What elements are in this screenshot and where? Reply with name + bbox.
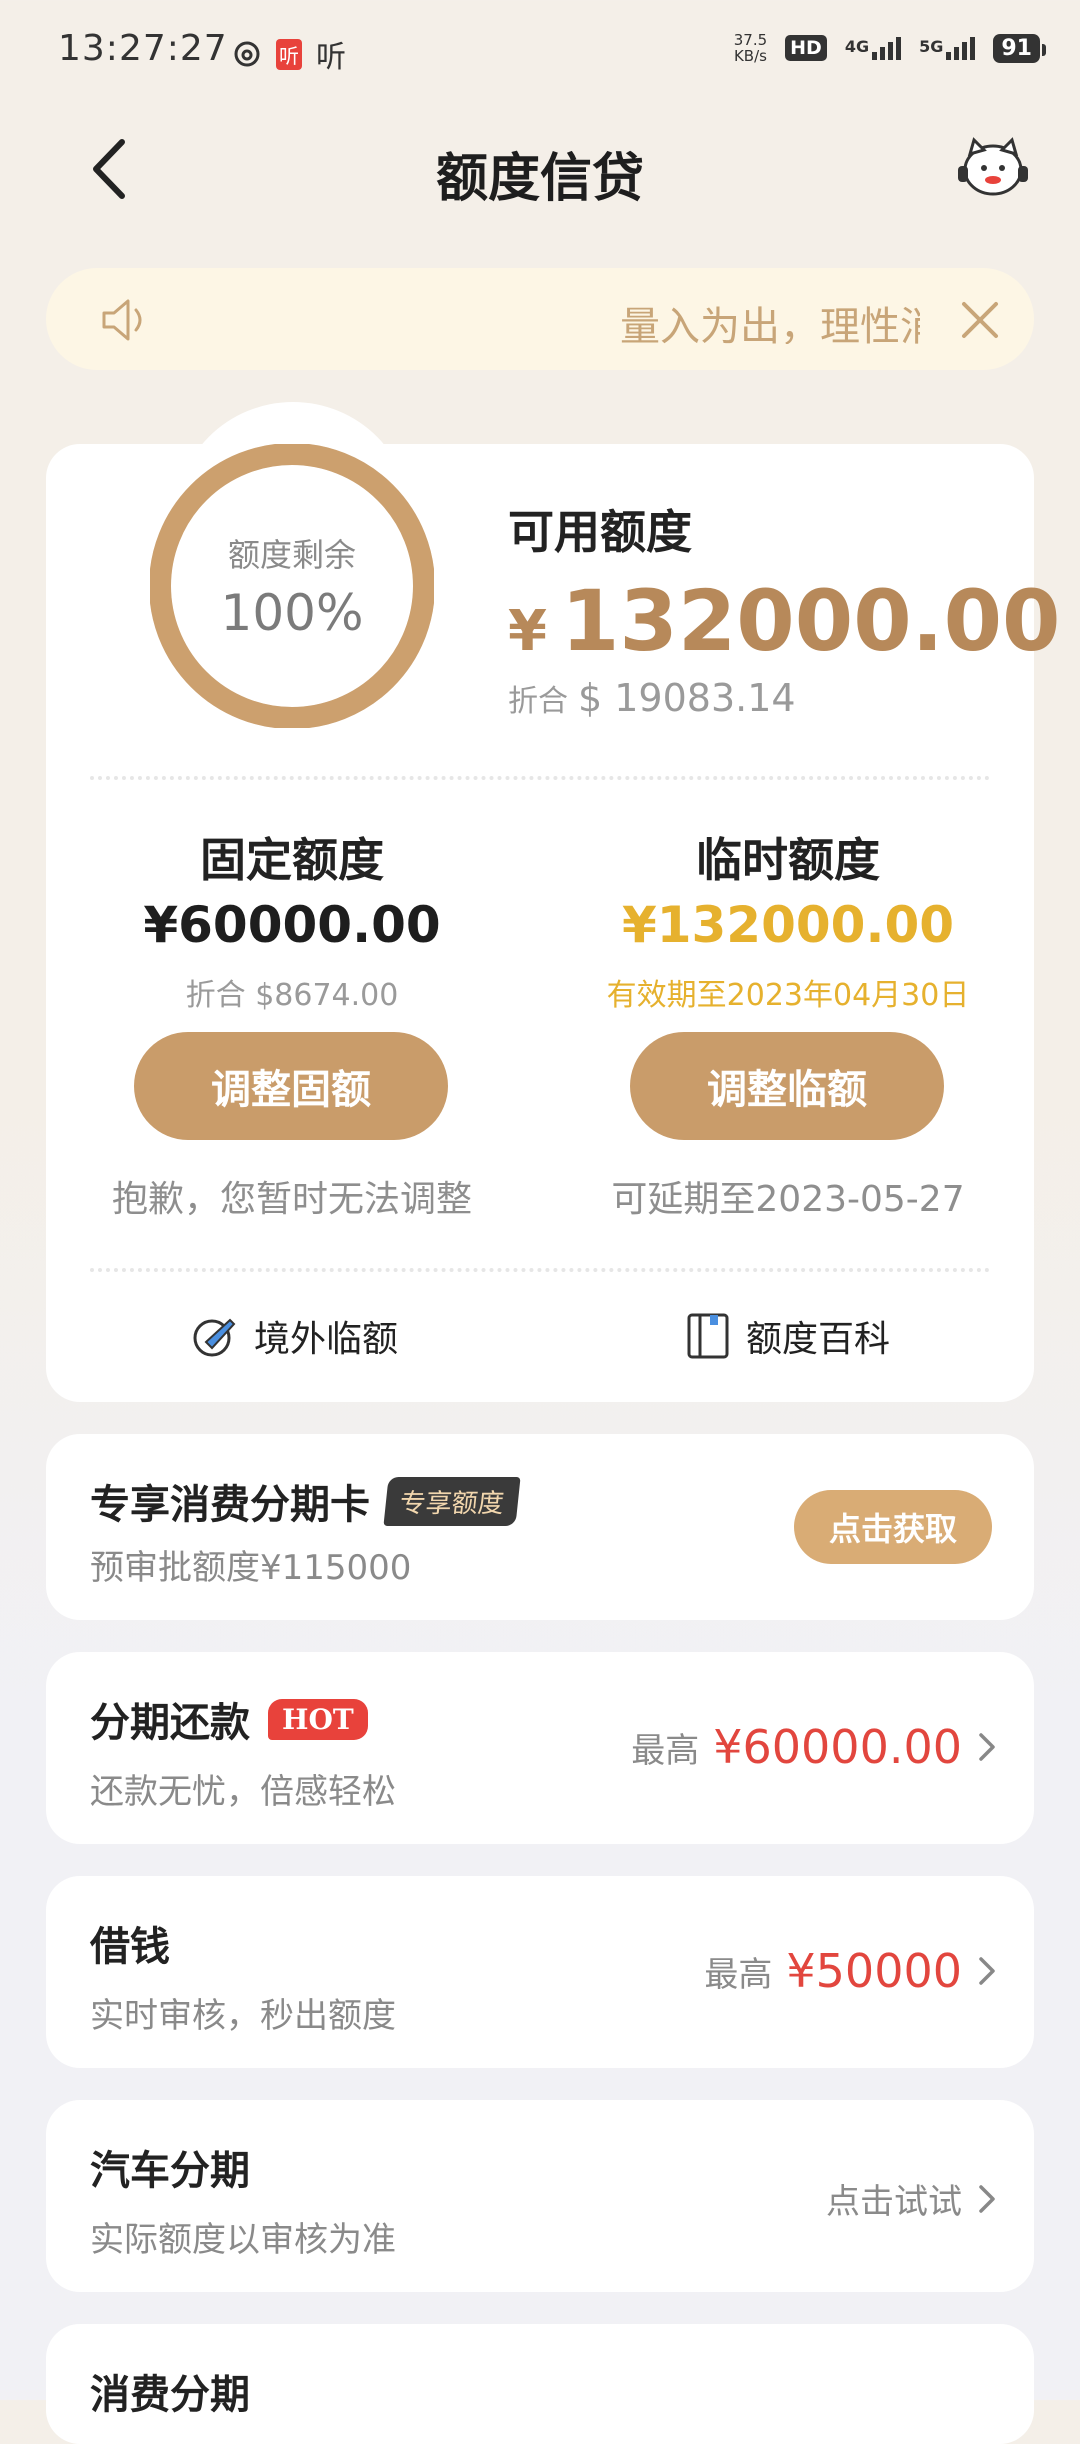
hd-indicator: HD xyxy=(785,35,827,61)
repay-max: 最高 ¥60000.00 xyxy=(631,1720,998,1774)
close-icon xyxy=(962,302,998,338)
netease-music-icon xyxy=(234,41,260,67)
page-title: 额度信贷 xyxy=(435,149,644,209)
temp-limit-amount: ¥132000.00 xyxy=(621,896,955,954)
temp-limit-note: 可延期至2023-05-27 xyxy=(611,1179,965,1220)
installment-card-title: 专享消费分期卡 xyxy=(90,1482,370,1528)
plane-globe-icon xyxy=(193,1318,236,1357)
divider xyxy=(90,1268,990,1272)
chevron-right-icon xyxy=(979,1733,995,1761)
mascot-assistant-button[interactable] xyxy=(956,136,1030,202)
exclusive-limit-badge: 专享额度 xyxy=(383,1476,521,1526)
book-icon xyxy=(687,1313,729,1359)
borrow-title: 借钱 xyxy=(90,1924,170,1970)
fixed-limit-title: 固定额度 xyxy=(200,833,384,887)
battery-icon: 91 xyxy=(993,33,1046,63)
available-limit-label: 可用额度 xyxy=(508,505,692,559)
car-title: 汽车分期 xyxy=(90,2148,250,2194)
limit-wiki-link[interactable]: 额度百科 xyxy=(686,1310,890,1362)
overseas-temp-limit-link[interactable]: 境外临额 xyxy=(190,1310,398,1362)
status-indicators: 37.5 KB/s HD 4G 5G 91 xyxy=(733,31,1046,65)
borrow-max: 最高 ¥50000 xyxy=(704,1944,998,1998)
signal-4g-icon: 4G xyxy=(845,36,902,60)
available-limit-amount: ¥132000.00 xyxy=(508,572,1061,670)
cat-mascot-icon xyxy=(958,137,1028,196)
car-sub: 实际额度以审核为准 xyxy=(90,2220,396,2260)
fixed-limit-amount: ¥60000.00 xyxy=(143,896,441,954)
chevron-right-icon xyxy=(979,2184,995,2213)
status-app-icons: 听 听 xyxy=(232,32,346,76)
notice-close-button[interactable] xyxy=(958,298,1002,342)
borrow-sub: 实时审核，秒出额度 xyxy=(90,1996,396,2036)
divider xyxy=(90,776,990,780)
car-action: 点击试试 xyxy=(826,2174,998,2223)
signal-5g-icon: 5G xyxy=(919,36,976,60)
ring-percent: 100% xyxy=(220,584,364,642)
adjust-fixed-limit-button[interactable]: 调整固额 xyxy=(134,1032,448,1140)
status-time: 13:27:27 xyxy=(58,28,228,69)
fixed-limit-converted: 折合 $8674.00 xyxy=(185,978,399,1013)
available-limit-converted: 折合 $ 19083.14 xyxy=(508,676,796,720)
consume-title: 消费分期 xyxy=(90,2372,250,2418)
listen-app-badge: 听 xyxy=(276,38,302,70)
listen-app-text: 听 xyxy=(316,40,346,75)
ring-label: 额度剩余 xyxy=(227,536,356,574)
fixed-limit-note: 抱歉，您暂时无法调整 xyxy=(111,1179,472,1220)
adjust-temp-limit-button[interactable]: 调整临额 xyxy=(630,1032,944,1140)
temp-limit-validity: 有效期至2023年04月30日 xyxy=(606,978,970,1013)
hot-badge: HOT xyxy=(268,1698,368,1740)
repay-sub: 还款无忧，倍感轻松 xyxy=(90,1772,396,1812)
repay-header: 分期还款 HOT xyxy=(90,1690,368,1748)
network-speed: 37.5 KB/s xyxy=(733,31,768,65)
speaker-icon xyxy=(98,294,150,346)
chevron-right-icon xyxy=(979,1957,995,1985)
repay-title: 分期还款 xyxy=(90,1700,250,1746)
temp-limit-title: 临时额度 xyxy=(696,833,880,887)
notice-text: 量入为出，理性消费 xyxy=(620,304,920,344)
installment-card-sub: 预审批额度¥115000 xyxy=(90,1548,412,1588)
get-card-button[interactable]: 点击获取 xyxy=(794,1490,992,1564)
installment-card-header: 专享消费分期卡 专享额度 xyxy=(90,1472,521,1530)
